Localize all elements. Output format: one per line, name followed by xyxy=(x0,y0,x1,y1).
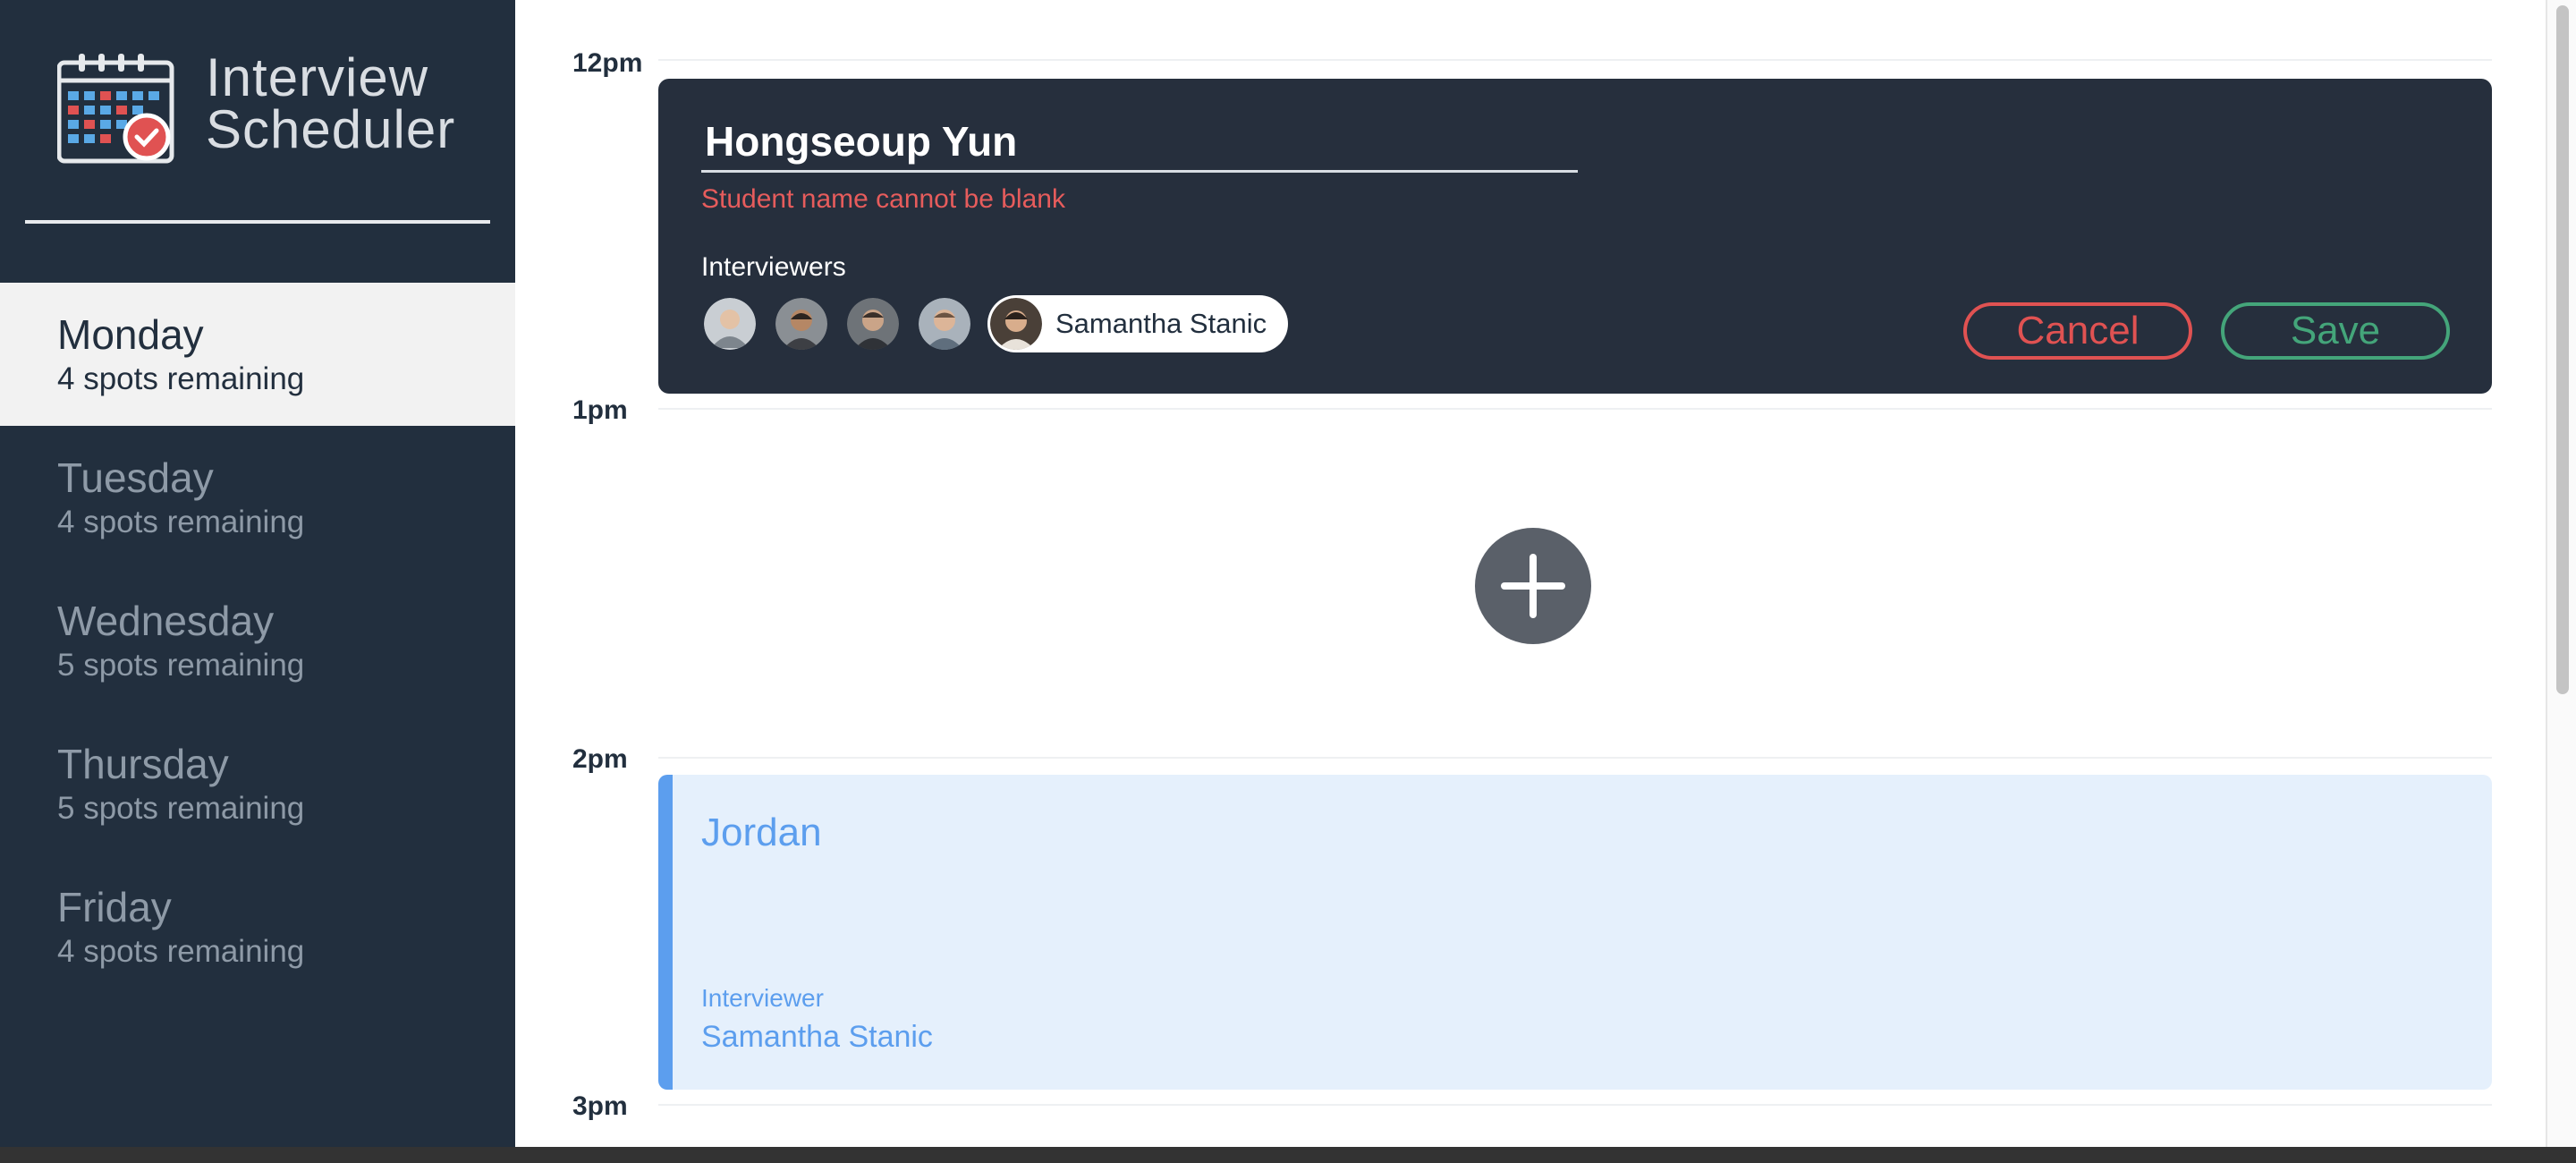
vertical-scrollbar[interactable] xyxy=(2546,0,2576,1147)
time-label-2pm: 2pm xyxy=(572,744,628,774)
day-name: Friday xyxy=(57,884,172,930)
day-item-tuesday[interactable]: Tuesday 4 spots remaining xyxy=(0,426,515,569)
time-divider xyxy=(658,1104,2492,1106)
appointment-student: Jordan xyxy=(701,811,822,854)
appointment-interviewer-name: Samantha Stanic xyxy=(701,1020,933,1054)
sidebar-divider xyxy=(25,220,490,224)
day-name: Monday xyxy=(57,311,204,358)
appointment-form: Student name cannot be blank Interviewer… xyxy=(658,79,2492,394)
interviewer-photo xyxy=(704,298,756,350)
validation-error: Student name cannot be blank xyxy=(701,184,1065,214)
day-spots: 5 spots remaining xyxy=(57,791,305,826)
app-title-line2: Scheduler xyxy=(206,99,456,159)
interviewer-name: Samantha Stanic xyxy=(1055,308,1267,339)
app-title: Interview Scheduler xyxy=(206,47,456,159)
day-item-thursday[interactable]: Thursday 5 spots remaining xyxy=(0,712,515,855)
time-divider xyxy=(658,59,2492,61)
brand: Interview Scheduler xyxy=(57,47,478,168)
interviewer-photo xyxy=(919,298,970,350)
day-spots: 5 spots remaining xyxy=(57,648,305,683)
day-spots: 4 spots remaining xyxy=(57,505,305,539)
day-name: Thursday xyxy=(57,741,229,787)
time-divider xyxy=(658,757,2492,759)
appointment-interviewer-label: Interviewer xyxy=(701,984,824,1012)
interviewer-photo xyxy=(990,298,1042,350)
interviewer-avatar[interactable] xyxy=(701,295,758,352)
day-name: Wednesday xyxy=(57,598,275,644)
interviewer-avatar[interactable] xyxy=(916,295,973,352)
plus-icon xyxy=(1501,554,1565,618)
student-name-input[interactable] xyxy=(701,113,1578,173)
time-label-1pm: 1pm xyxy=(572,395,628,425)
day-item-friday[interactable]: Friday 4 spots remaining xyxy=(0,855,515,998)
day-spots: 4 spots remaining xyxy=(57,361,305,396)
save-button[interactable]: Save xyxy=(2221,302,2450,360)
day-name: Tuesday xyxy=(57,454,214,501)
window-bottom-bar xyxy=(0,1147,2576,1163)
day-list: Monday 4 spots remaining Tuesday 4 spots… xyxy=(0,283,515,998)
time-label-12pm: 12pm xyxy=(572,48,643,78)
interviewer-avatar-selected[interactable]: Samantha Stanic xyxy=(987,295,1288,352)
schedule: 12pm Student name cannot be blank Interv… xyxy=(515,0,2546,1147)
day-item-wednesday[interactable]: Wednesday 5 spots remaining xyxy=(0,569,515,712)
day-item-monday[interactable]: Monday 4 spots remaining xyxy=(0,283,515,426)
add-appointment-button[interactable] xyxy=(1475,528,1591,644)
scrollbar-thumb[interactable] xyxy=(2556,5,2569,694)
time-divider xyxy=(658,408,2492,410)
interviewer-avatar[interactable] xyxy=(773,295,830,352)
cancel-button[interactable]: Cancel xyxy=(1963,302,2192,360)
interviewers-label: Interviewers xyxy=(701,252,846,282)
calendar-check-icon xyxy=(57,54,174,164)
day-spots: 4 spots remaining xyxy=(57,934,305,969)
interviewer-avatar[interactable] xyxy=(844,295,902,352)
interviewer-photo xyxy=(775,298,827,350)
time-label-3pm: 3pm xyxy=(572,1091,628,1121)
app-title-line1: Interview xyxy=(206,47,429,107)
interviewer-photo xyxy=(847,298,899,350)
sidebar: Interview Scheduler Monday 4 spots remai… xyxy=(0,0,515,1163)
booked-appointment[interactable]: Jordan Interviewer Samantha Stanic xyxy=(658,775,2492,1090)
